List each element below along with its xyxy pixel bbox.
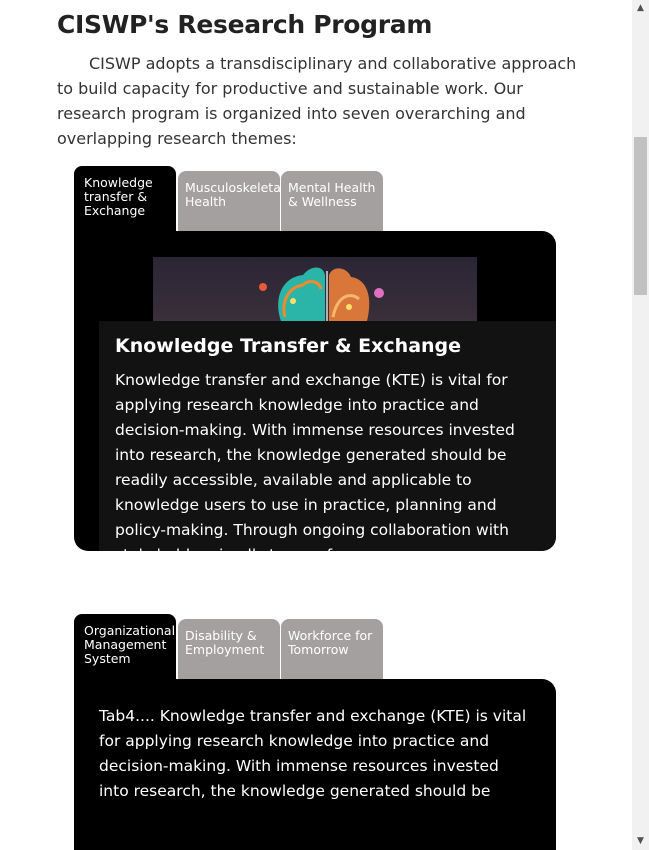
- tab-label: Mental Health & Wellness: [288, 180, 376, 209]
- tab-panel-organizational-management: Tab4.... Knowledge transfer and exchange…: [74, 679, 556, 850]
- tab-label: Workforce for Tomorrow: [288, 628, 373, 657]
- panel-heading: Knowledge Transfer & Exchange: [115, 335, 462, 357]
- page: CISWP's Research Program CISWP adopts a …: [0, 0, 632, 850]
- tab-musculoskeletal-health[interactable]: Musculoskeletal Health: [178, 171, 280, 231]
- panel-body: Tab4.... Knowledge transfer and exchange…: [99, 707, 527, 800]
- tab-workforce-tomorrow[interactable]: Workforce for Tomorrow: [281, 619, 383, 679]
- scroll-down-icon[interactable]: ▼: [632, 833, 649, 850]
- tab-label: Disability & Employment: [185, 628, 265, 657]
- intro-paragraph: CISWP adopts a transdisciplinary and col…: [57, 54, 577, 148]
- panel-body: Knowledge transfer and exchange (KTE) is…: [115, 371, 515, 551]
- tab-panel-knowledge-transfer: Knowledge Transfer & Exchange Knowledge …: [74, 231, 556, 551]
- brain-illustration-icon: [153, 257, 477, 321]
- tabset-1: Knowledge transfer & Exchange Musculoske…: [74, 166, 394, 236]
- scrollbar-thumb[interactable]: [634, 137, 647, 295]
- content-overlay: Knowledge Transfer & Exchange Knowledge …: [99, 321, 556, 551]
- tabset-2: Organizational Management System Disabil…: [74, 614, 394, 684]
- vertical-scrollbar[interactable]: ▲ ▼: [632, 0, 649, 850]
- tab-label: Organizational Management System: [84, 623, 176, 666]
- tab-knowledge-transfer[interactable]: Knowledge transfer & Exchange: [74, 166, 176, 236]
- page-title: CISWP's Research Program: [57, 10, 433, 39]
- tab-label: Musculoskeletal Health: [185, 180, 280, 209]
- tab-organizational-management[interactable]: Organizational Management System: [74, 614, 176, 684]
- tab-mental-health[interactable]: Mental Health & Wellness: [281, 171, 383, 231]
- scroll-up-icon[interactable]: ▲: [632, 0, 649, 17]
- tab-disability-employment[interactable]: Disability & Employment: [178, 619, 280, 679]
- tab-label: Knowledge transfer & Exchange: [84, 175, 153, 218]
